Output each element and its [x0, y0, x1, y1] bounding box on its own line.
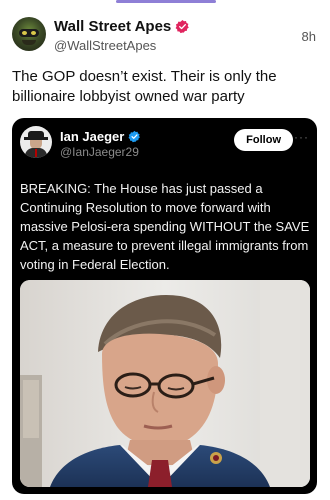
avatar-mouth: [22, 40, 36, 45]
quoted-author-display-name[interactable]: Ian Jaeger: [60, 129, 124, 144]
follow-button[interactable]: Follow: [234, 129, 293, 151]
quoted-post[interactable]: Ian Jaeger @IanJaeger29 Follow ··· BREAK…: [12, 118, 317, 494]
post-header: Wall Street Apes @WallStreetApes 8h: [12, 17, 320, 57]
quoted-author-name-row: Ian Jaeger: [60, 129, 141, 144]
photo-illustration: [20, 280, 310, 487]
post-timestamp[interactable]: 8h: [302, 29, 316, 44]
quoted-post-photo[interactable]: [20, 280, 310, 487]
author-display-name[interactable]: Wall Street Apes: [54, 18, 171, 35]
author-handle[interactable]: @WallStreetApes: [54, 38, 156, 53]
more-options-icon[interactable]: ···: [294, 130, 309, 144]
avatar-tie: [35, 149, 37, 157]
verified-badge-icon: [128, 130, 141, 143]
avatar[interactable]: [12, 17, 46, 51]
quoted-post-text: BREAKING: The House has just passed a Co…: [20, 181, 310, 272]
author-name-row: Wall Street Apes: [54, 18, 190, 35]
post[interactable]: Wall Street Apes @WallStreetApes 8h The …: [0, 0, 330, 500]
quoted-author-avatar[interactable]: [20, 126, 52, 158]
verified-badge-icon: [175, 19, 190, 34]
post-text: The GOP doesn’t exist. Their is only the…: [12, 68, 277, 105]
quoted-author-handle[interactable]: @IanJaeger29: [60, 145, 139, 159]
avatar-visor: [19, 29, 39, 37]
quoted-post-header: Ian Jaeger @IanJaeger29 Follow ···: [20, 126, 309, 162]
